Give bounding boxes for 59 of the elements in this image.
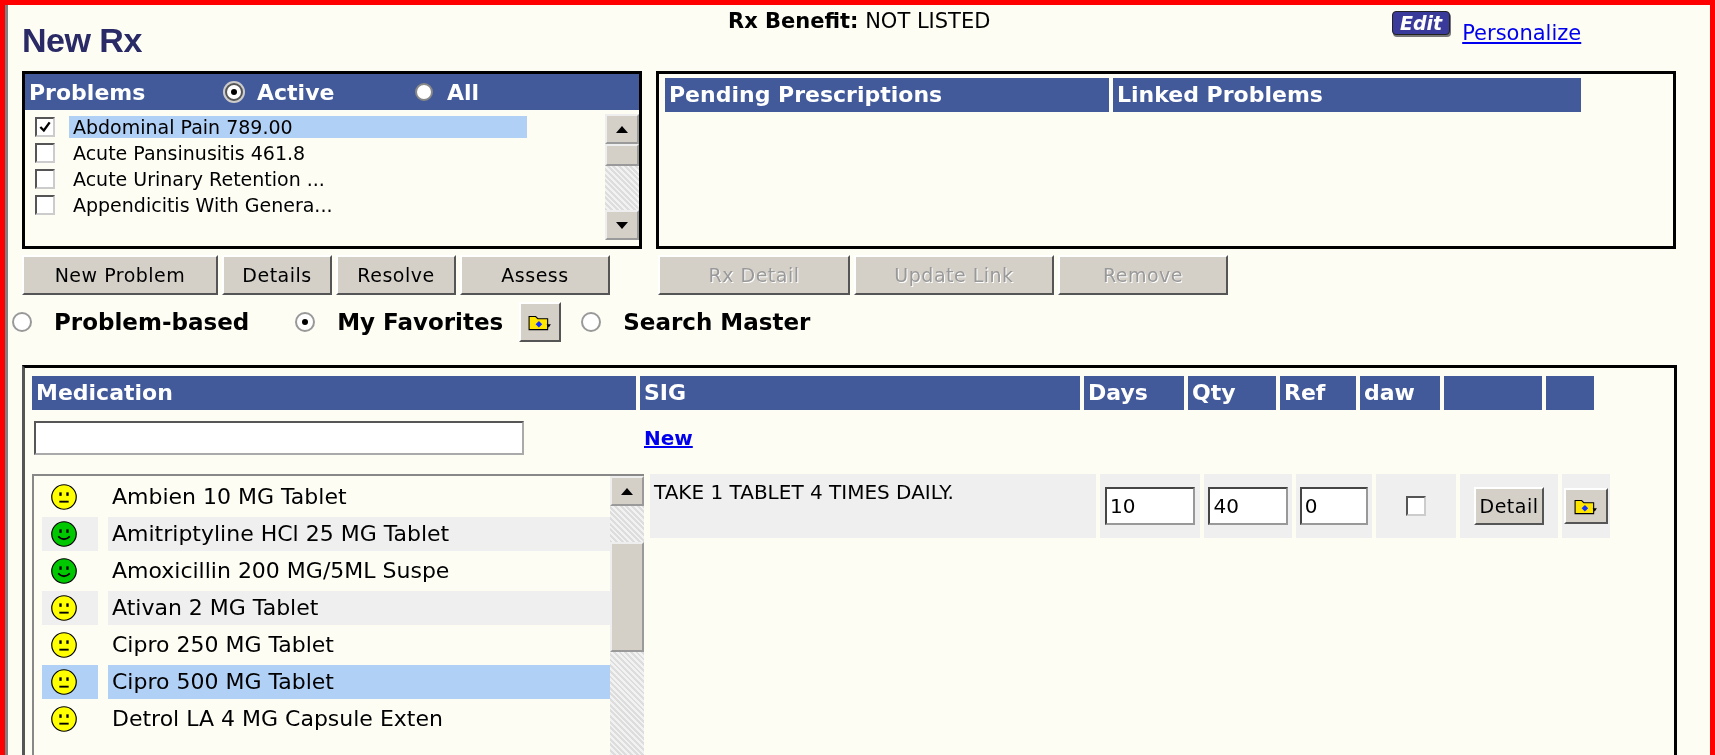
- folder-dropdown-button[interactable]: [1564, 488, 1608, 524]
- radio-button[interactable]: [225, 83, 243, 101]
- days-field[interactable]: 10: [1105, 487, 1195, 525]
- folder-icon: [1574, 497, 1598, 515]
- rx-benefit: Rx Benefit: NOT LISTED: [728, 9, 992, 33]
- action-button[interactable]: New Problem: [22, 255, 218, 295]
- radio-label: All: [447, 79, 480, 105]
- medication-item[interactable]: Ambien 10 MG Tablet: [42, 478, 610, 515]
- radio-button[interactable]: [295, 312, 316, 332]
- radio-label: Problem-based: [54, 309, 250, 335]
- column-header: [1546, 376, 1594, 410]
- action-button[interactable]: Resolve: [336, 255, 456, 295]
- radio-label: Active: [257, 79, 335, 105]
- detail-button[interactable]: Detail: [1473, 487, 1545, 525]
- column-header: Qty: [1188, 376, 1276, 410]
- down-arrow-icon[interactable]: [616, 221, 628, 229]
- scrollbar-thumb[interactable]: [605, 144, 639, 166]
- problem-item[interactable]: Acute Pansinusitis 461.8: [69, 142, 527, 164]
- action-button[interactable]: Details: [222, 255, 332, 295]
- up-arrow-icon[interactable]: [616, 125, 628, 133]
- problem-item[interactable]: Abdominal Pain 789.00: [69, 116, 527, 138]
- qty-field[interactable]: 40: [1208, 487, 1288, 525]
- problem-checkbox[interactable]: [35, 169, 55, 189]
- edit-badge[interactable]: Edit: [1392, 11, 1451, 35]
- page-title: New Rx: [22, 21, 143, 60]
- up-arrow-icon[interactable]: [621, 487, 633, 495]
- problem-checkbox[interactable]: [35, 143, 55, 163]
- radio-button[interactable]: [581, 312, 602, 332]
- radio-button[interactable]: [12, 312, 32, 332]
- ref-field[interactable]: 0: [1299, 487, 1369, 525]
- medication-item[interactable]: Amoxicillin 200 MG/5ML Suspe: [42, 552, 610, 589]
- problems-label: Problems: [29, 79, 147, 105]
- sig-text: TAKE 1 TABLET 4 TIMES DAILY.: [650, 474, 1096, 538]
- scrollbar[interactable]: [605, 114, 639, 240]
- medication-search-field[interactable]: [34, 421, 524, 455]
- problem-item[interactable]: Appendicitis With Genera...: [69, 194, 527, 216]
- folder-dropdown-button[interactable]: [519, 302, 562, 342]
- folder-icon: [528, 313, 553, 331]
- medication-item[interactable]: Cipro 250 MG Tablet: [42, 626, 610, 663]
- problem-checkbox[interactable]: [35, 195, 55, 215]
- column-header: Medication: [32, 376, 636, 410]
- radio-label: Search Master: [623, 309, 811, 335]
- scrollbar-thumb[interactable]: [610, 542, 644, 652]
- radio-button[interactable]: [415, 83, 433, 101]
- medication-item[interactable]: Detrol LA 4 MG Capsule Exten: [42, 700, 610, 737]
- column-header: SIG: [640, 376, 1080, 410]
- daw-checkbox[interactable]: [1406, 496, 1426, 516]
- problem-item[interactable]: Acute Urinary Retention ...: [69, 168, 527, 190]
- problem-checkbox[interactable]: [35, 117, 55, 137]
- column-header: daw: [1360, 376, 1440, 410]
- radio-label: My Favorites: [337, 309, 504, 335]
- scrollbar[interactable]: [610, 476, 644, 755]
- column-header: Linked Problems: [1113, 78, 1581, 112]
- column-header: Days: [1084, 376, 1184, 410]
- action-button[interactable]: Assess: [460, 255, 610, 295]
- personalize-link[interactable]: Personalize: [1462, 21, 1582, 45]
- column-header: Ref: [1280, 376, 1356, 410]
- new-sig-link[interactable]: New: [644, 426, 693, 450]
- column-header: Pending Prescriptions: [665, 78, 1109, 112]
